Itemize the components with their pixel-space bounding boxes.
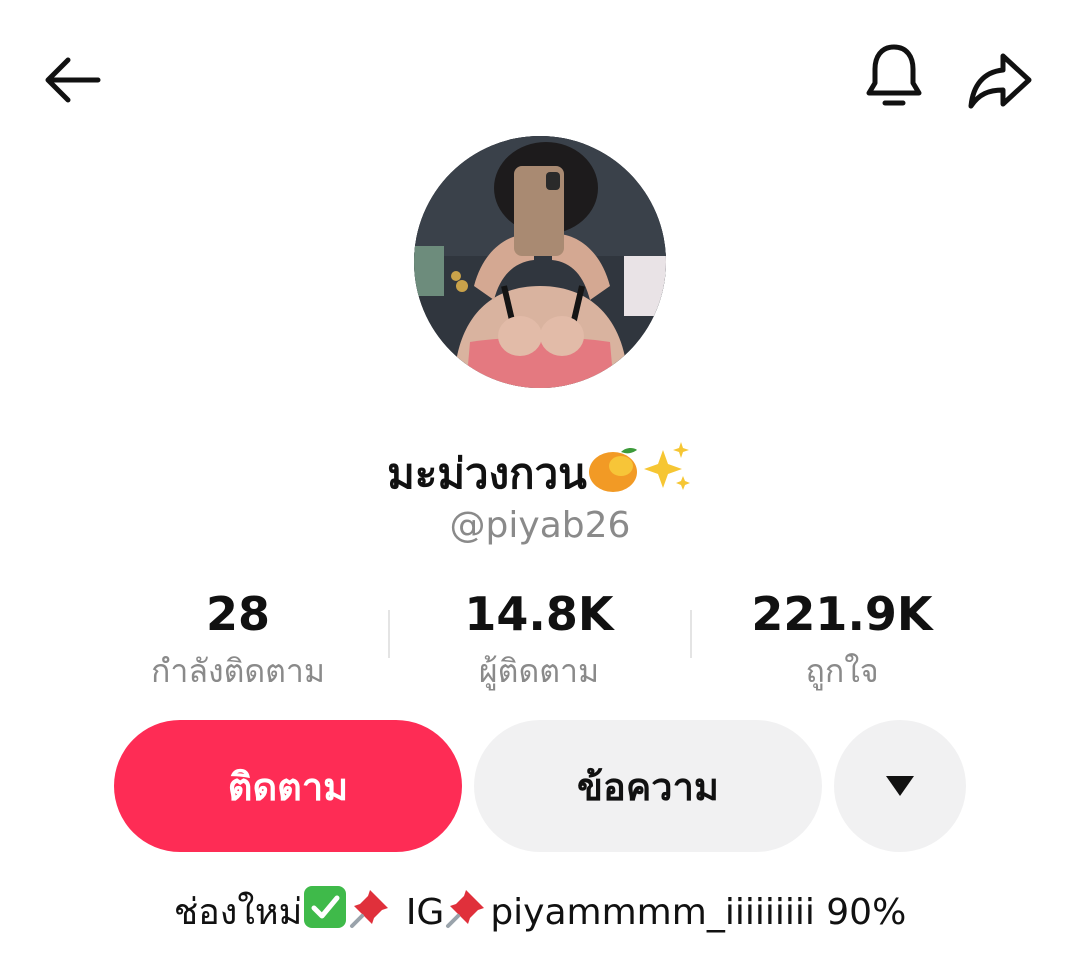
following-count: 28 <box>205 587 270 641</box>
follow-button[interactable]: ติดตาม <box>114 720 462 852</box>
triangle-down-icon <box>886 776 914 796</box>
followers-label: ผู้ติดตาม <box>478 652 600 690</box>
bio: ช่องใหม่ IG piyammmm_iiiiiiiii 90% <box>0 884 1080 947</box>
following-stat[interactable]: 28 กำลังติดตาม <box>88 582 388 696</box>
arrow-left-icon <box>45 57 101 103</box>
check-mark-emoji <box>302 884 348 947</box>
likes-count: 221.9K <box>751 587 933 641</box>
notification-bell-button[interactable] <box>858 40 930 112</box>
followers-stat[interactable]: 14.8K ผู้ติดตาม <box>389 582 689 696</box>
bio-text-part1: ช่องใหม่ <box>173 892 303 933</box>
display-name-text: มะม่วงกวน <box>387 449 587 498</box>
share-arrow-icon <box>968 53 1032 109</box>
pushpin-emoji <box>348 884 394 947</box>
bell-icon <box>866 44 922 106</box>
bio-text-part2: IG <box>405 892 445 933</box>
share-button[interactable] <box>964 44 1036 116</box>
bio-text-part3: piyammmm_iiiiiiiii 90% <box>490 892 907 933</box>
following-label: กำลังติดตาม <box>151 652 325 690</box>
username: @piyab26 <box>449 505 631 546</box>
likes-label: ถูกใจ <box>805 652 879 690</box>
back-button[interactable] <box>36 44 108 116</box>
pushpin-emoji <box>444 884 490 947</box>
more-options-button[interactable] <box>834 720 966 852</box>
avatar[interactable] <box>414 136 666 388</box>
likes-stat[interactable]: 221.9K ถูกใจ <box>692 582 992 696</box>
message-button[interactable]: ข้อความ <box>474 720 822 852</box>
followers-count: 14.8K <box>464 587 614 641</box>
profile-photo <box>414 136 666 388</box>
